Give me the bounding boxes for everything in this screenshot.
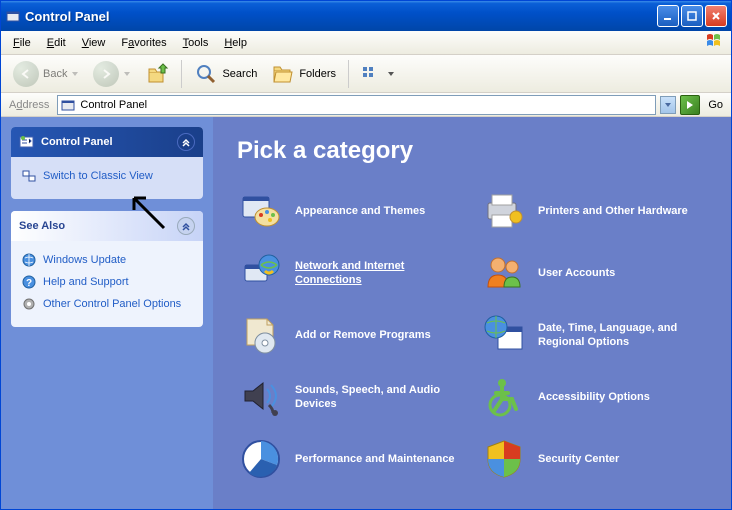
chart-icon <box>237 435 285 483</box>
category-label: Date, Time, Language, and Regional Optio… <box>538 321 707 350</box>
switch-label: Switch to Classic View <box>43 170 153 182</box>
toolbar: Back Search Folders <box>1 55 731 93</box>
go-button[interactable] <box>680 95 700 115</box>
panel-body: Switch to Classic View <box>11 157 203 199</box>
page-heading: Pick a category <box>237 137 707 165</box>
category-label: Accessibility Options <box>538 390 650 404</box>
category-grid: Appearance and Themes Printers and Other… <box>237 185 707 485</box>
category-performance[interactable]: Performance and Maintenance <box>237 433 464 485</box>
windows-update-link[interactable]: Windows Update <box>21 249 193 271</box>
views-button[interactable] <box>355 60 401 88</box>
titlebar[interactable]: Control Panel <box>1 1 731 31</box>
category-label: Network and Internet Connections <box>295 259 464 288</box>
globe-calendar-icon <box>480 311 528 359</box>
window: Control Panel File Edit View Favorites T… <box>0 0 732 510</box>
link-label: Windows Update <box>43 254 126 266</box>
menu-help[interactable]: Help <box>216 35 255 51</box>
address-label: Address <box>5 99 53 111</box>
back-label: Back <box>43 68 67 80</box>
go-label: Go <box>704 99 727 111</box>
menu-favorites[interactable]: Favorites <box>113 35 174 51</box>
up-button[interactable] <box>139 58 175 90</box>
menu-view[interactable]: View <box>74 35 114 51</box>
switch-classic-view-link[interactable]: Switch to Classic View <box>21 165 193 187</box>
separator <box>181 60 182 88</box>
see-also-panel: See Also Windows Update ? Help and Suppo… <box>11 211 203 327</box>
window-icon <box>5 8 21 24</box>
category-sounds[interactable]: Sounds, Speech, and Audio Devices <box>237 371 464 423</box>
search-button[interactable]: Search <box>188 58 263 90</box>
accessibility-icon <box>480 373 528 421</box>
windows-logo-icon <box>701 32 727 53</box>
category-appearance[interactable]: Appearance and Themes <box>237 185 464 237</box>
panel-header[interactable]: See Also <box>11 211 203 241</box>
category-datetime[interactable]: Date, Time, Language, and Regional Optio… <box>480 309 707 361</box>
help-icon: ? <box>21 274 37 290</box>
category-label: Sounds, Speech, and Audio Devices <box>295 383 464 412</box>
users-icon <box>480 249 528 297</box>
control-panel-icon <box>19 134 35 150</box>
window-controls <box>657 5 727 27</box>
category-security[interactable]: Security Center <box>480 433 707 485</box>
maximize-button[interactable] <box>681 5 703 27</box>
address-input[interactable] <box>76 99 653 111</box>
content-area: Pick a category Appearance and Themes Pr… <box>213 117 731 509</box>
folders-button[interactable]: Folders <box>265 58 342 90</box>
help-support-link[interactable]: ? Help and Support <box>21 271 193 293</box>
address-dropdown-button[interactable] <box>660 96 676 114</box>
category-printers[interactable]: Printers and Other Hardware <box>480 185 707 237</box>
forward-button <box>87 57 137 91</box>
link-label: Other Control Panel Options <box>43 298 181 310</box>
menubar: File Edit View Favorites Tools Help <box>1 31 731 55</box>
chevron-up-icon[interactable] <box>177 133 195 151</box>
window-title: Control Panel <box>25 9 657 24</box>
category-network[interactable]: Network and Internet Connections <box>237 247 464 299</box>
back-button: Back <box>7 57 85 91</box>
category-label: Performance and Maintenance <box>295 452 455 466</box>
speaker-icon <box>237 373 285 421</box>
menu-tools[interactable]: Tools <box>175 35 217 51</box>
network-icon <box>237 249 285 297</box>
other-options-link[interactable]: Other Control Panel Options <box>21 293 193 315</box>
category-label: Security Center <box>538 452 619 466</box>
category-label: Appearance and Themes <box>295 204 425 218</box>
control-panel-panel: Control Panel Switch to Classic View <box>11 127 203 199</box>
shield-icon <box>480 435 528 483</box>
category-accessibility[interactable]: Accessibility Options <box>480 371 707 423</box>
view-switch-icon <box>21 168 37 184</box>
printer-icon <box>480 187 528 235</box>
panel-header[interactable]: Control Panel <box>11 127 203 157</box>
gear-icon <box>21 296 37 312</box>
chevron-up-icon[interactable] <box>177 217 195 235</box>
palette-icon <box>237 187 285 235</box>
addressbar: Address Go <box>1 93 731 117</box>
folders-label: Folders <box>299 68 336 80</box>
body: Control Panel Switch to Classic View See… <box>1 117 731 509</box>
category-label: Add or Remove Programs <box>295 328 431 342</box>
menu-file[interactable]: File <box>5 35 39 51</box>
minimize-button[interactable] <box>657 5 679 27</box>
panel-body: Windows Update ? Help and Support Other … <box>11 241 203 327</box>
globe-icon <box>21 252 37 268</box>
sidebar: Control Panel Switch to Classic View See… <box>1 117 213 509</box>
cd-box-icon <box>237 311 285 359</box>
search-label: Search <box>222 68 257 80</box>
separator <box>348 60 349 88</box>
category-label: Printers and Other Hardware <box>538 204 688 218</box>
control-panel-icon <box>60 97 76 113</box>
address-field[interactable] <box>57 95 656 115</box>
link-label: Help and Support <box>43 276 129 288</box>
category-programs[interactable]: Add or Remove Programs <box>237 309 464 361</box>
category-label: User Accounts <box>538 266 615 280</box>
panel-title: See Also <box>19 220 177 232</box>
svg-text:?: ? <box>26 278 32 289</box>
close-button[interactable] <box>705 5 727 27</box>
category-users[interactable]: User Accounts <box>480 247 707 299</box>
menu-edit[interactable]: Edit <box>39 35 74 51</box>
panel-title: Control Panel <box>41 136 177 148</box>
